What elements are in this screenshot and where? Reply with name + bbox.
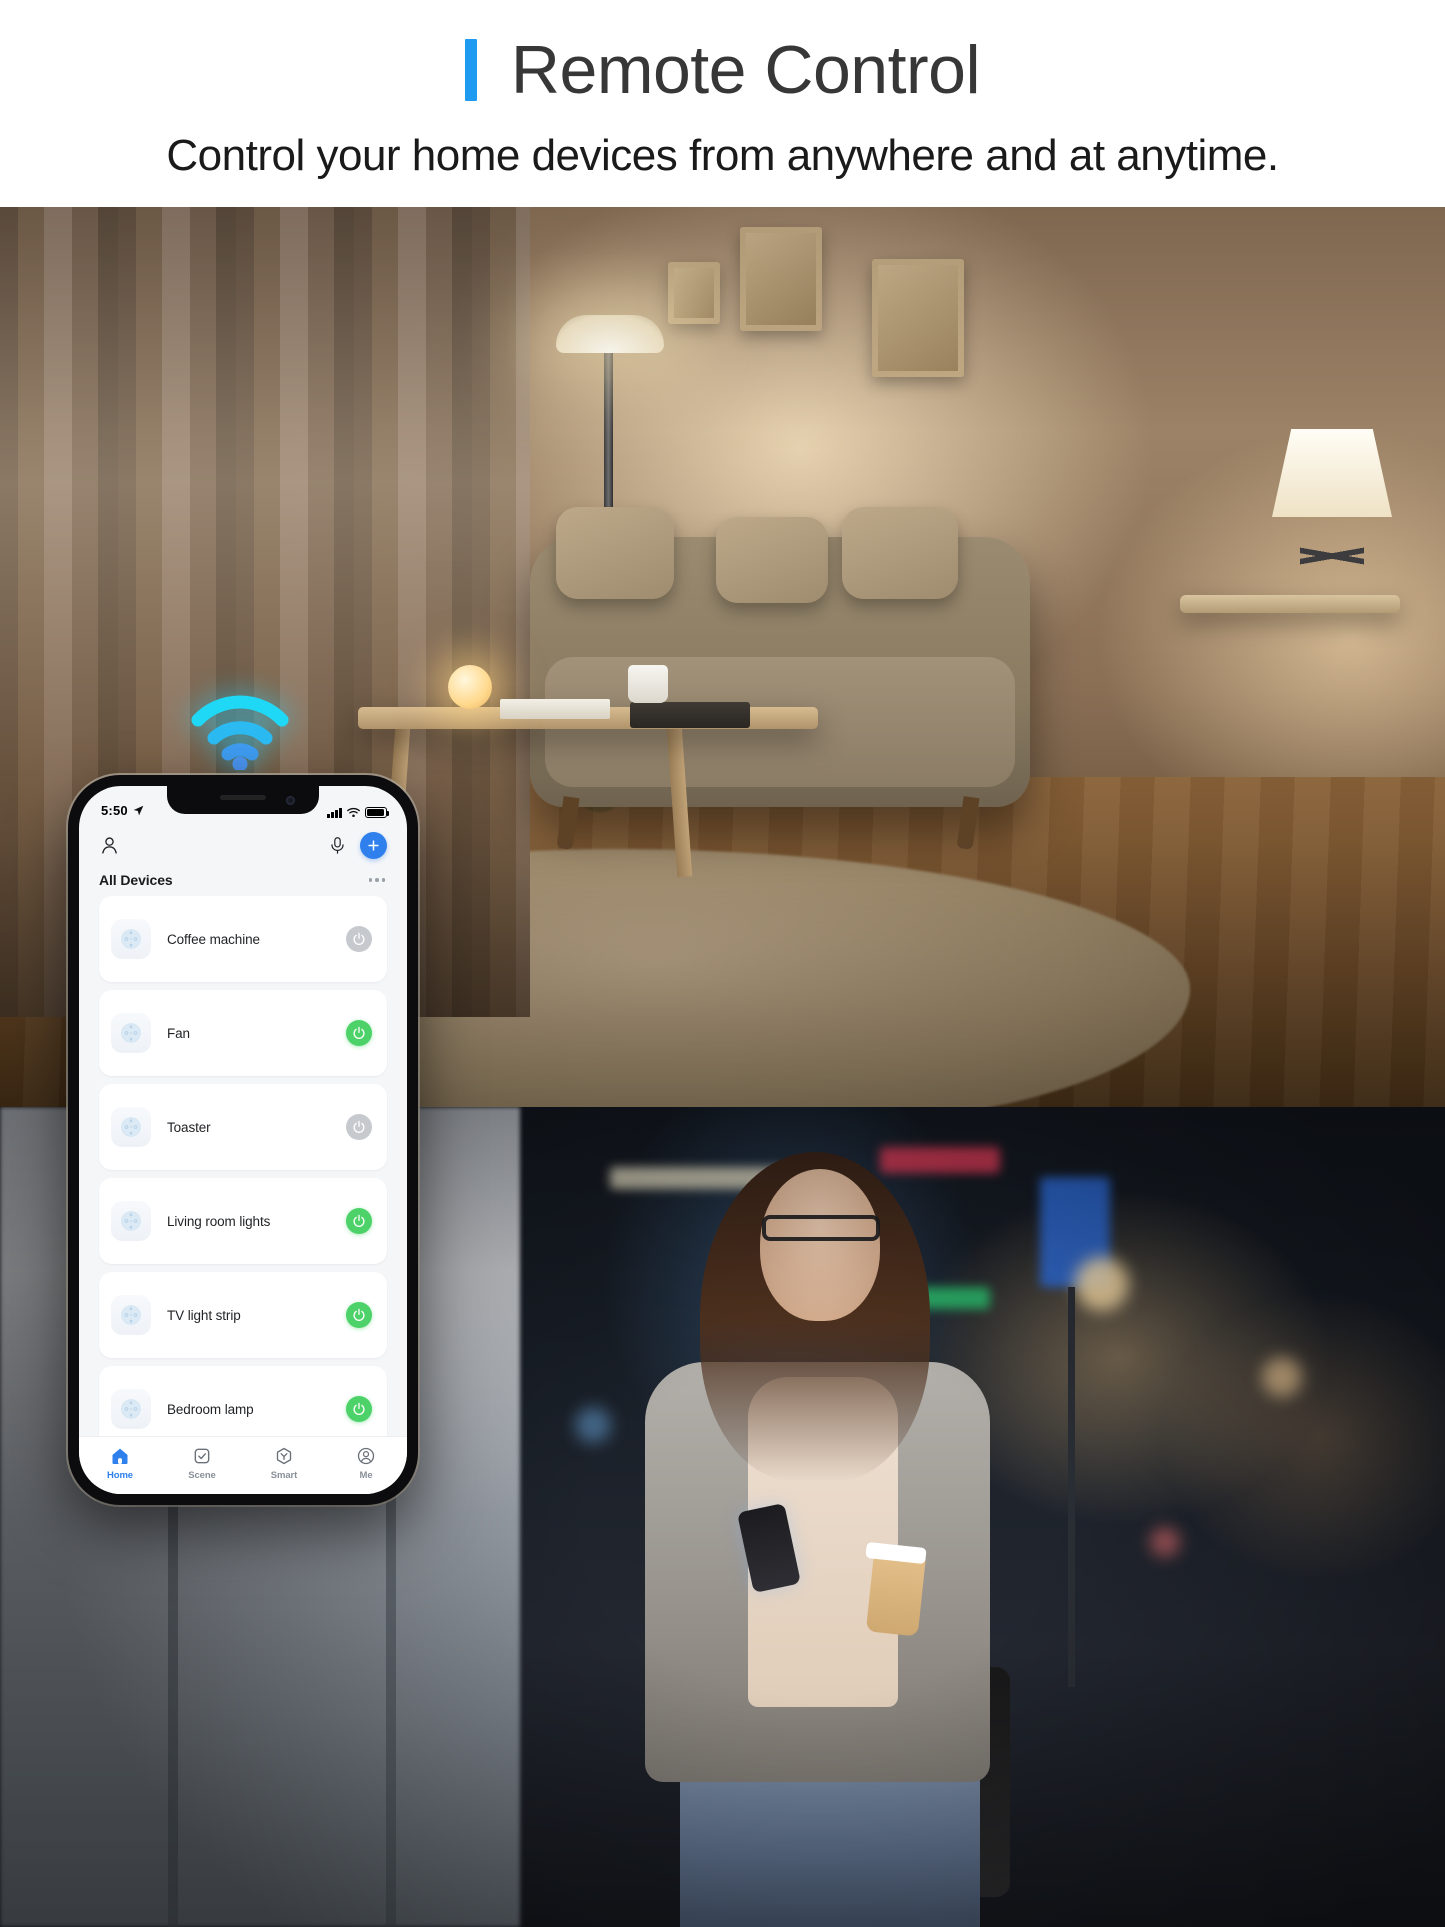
smart-plug-icon <box>121 1023 141 1043</box>
tab-home[interactable]: Home <box>85 1446 155 1481</box>
device-icon <box>111 919 151 959</box>
tab-label: Me <box>359 1470 373 1481</box>
device-card[interactable]: Toaster <box>99 1084 387 1170</box>
power-icon <box>353 1120 365 1133</box>
smart-plug-icon <box>121 1399 141 1419</box>
device-name: Living room lights <box>167 1213 271 1229</box>
device-icon <box>111 1013 151 1053</box>
tab-me[interactable]: Me <box>331 1446 401 1481</box>
section-header: All Devices <box>99 862 387 896</box>
device-power-toggle[interactable] <box>346 926 372 952</box>
title-row: Remote Control <box>464 32 981 108</box>
tab-scene[interactable]: Scene <box>167 1446 237 1481</box>
device-power-toggle[interactable] <box>346 1302 372 1328</box>
check-square-icon <box>194 1448 210 1464</box>
section-title: All Devices <box>99 872 173 888</box>
phone-screen: 5:50 All Devices Coffee machine Fan Toas… <box>79 786 407 1494</box>
phone-mockup: 5:50 All Devices Coffee machine Fan Toas… <box>68 775 418 1505</box>
add-device-button[interactable] <box>360 831 387 859</box>
device-power-toggle[interactable] <box>346 1396 372 1422</box>
device-icon <box>111 1389 151 1429</box>
power-icon <box>353 1026 365 1039</box>
app-header-top <box>99 828 387 862</box>
page-subtitle: Control your home devices from anywhere … <box>166 131 1279 180</box>
tab-label: Smart <box>270 1470 298 1481</box>
cellular-signal-icon <box>327 807 342 818</box>
tab-smart[interactable]: Smart <box>249 1446 319 1481</box>
device-power-toggle[interactable] <box>346 1020 372 1046</box>
battery-full-icon <box>365 807 390 818</box>
hexagon-y-icon <box>276 1447 292 1465</box>
device-card[interactable]: Bedroom lamp <box>99 1366 387 1436</box>
device-power-toggle[interactable] <box>346 1208 372 1234</box>
device-name: Fan <box>167 1025 190 1041</box>
power-icon <box>353 1308 365 1321</box>
person-icon[interactable] <box>99 835 120 856</box>
device-name: TV light strip <box>167 1307 241 1323</box>
plus-icon <box>368 839 379 851</box>
location-arrow-icon <box>133 805 144 816</box>
power-icon <box>353 932 365 945</box>
device-power-toggle[interactable] <box>346 1114 372 1140</box>
power-icon <box>353 1214 365 1227</box>
bottom-tab-bar[interactable]: Home Scene Smart Me <box>79 1436 407 1494</box>
app-header: All Devices <box>79 820 407 896</box>
wifi-icon <box>347 807 360 818</box>
account-circle-icon <box>357 1447 375 1465</box>
microphone-icon[interactable] <box>328 836 347 855</box>
wifi-signal-icon <box>191 695 289 770</box>
status-bar-right <box>327 807 390 818</box>
title-accent-bar <box>464 39 477 101</box>
smart-plug-icon <box>121 1117 141 1137</box>
app-header-actions <box>328 831 387 859</box>
device-name: Bedroom lamp <box>167 1401 254 1417</box>
status-bar: 5:50 <box>79 786 407 820</box>
smart-plug-icon <box>121 929 141 949</box>
status-bar-left: 5:50 <box>101 803 144 818</box>
device-icon <box>111 1201 151 1241</box>
more-horizontal-icon[interactable] <box>367 872 388 888</box>
device-name: Toaster <box>167 1119 211 1135</box>
tab-label: Scene <box>188 1470 216 1481</box>
device-list[interactable]: Coffee machine Fan Toaster Living room l… <box>79 896 407 1436</box>
device-icon <box>111 1295 151 1335</box>
home-icon <box>112 1448 128 1464</box>
device-card[interactable]: TV light strip <box>99 1272 387 1358</box>
device-card[interactable]: Living room lights <box>99 1178 387 1264</box>
tab-label: Home <box>107 1470 133 1481</box>
device-icon <box>111 1107 151 1147</box>
device-card[interactable]: Coffee machine <box>99 896 387 982</box>
page-header: Remote Control Control your home devices… <box>0 0 1445 207</box>
status-time: 5:50 <box>101 803 128 818</box>
smart-plug-icon <box>121 1211 141 1231</box>
page-title: Remote Control <box>510 32 981 108</box>
power-icon <box>353 1402 365 1415</box>
device-card[interactable]: Fan <box>99 990 387 1076</box>
smart-plug-icon <box>121 1305 141 1325</box>
device-name: Coffee machine <box>167 931 260 947</box>
